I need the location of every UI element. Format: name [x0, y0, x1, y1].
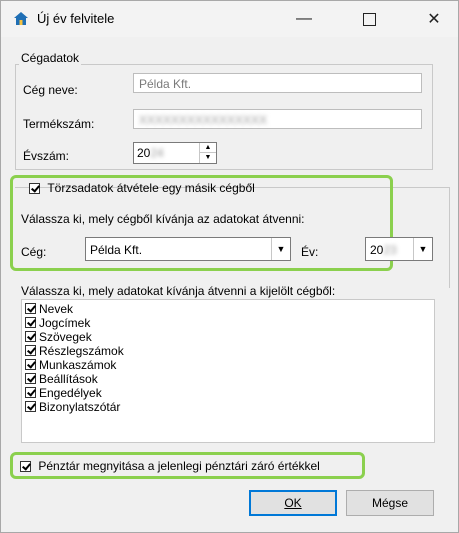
- close-button[interactable]: ✕: [411, 1, 457, 37]
- year-spinner-arrows[interactable]: ▲ ▼: [199, 143, 216, 163]
- spin-up-icon[interactable]: ▲: [200, 143, 216, 153]
- checkbox-checked-icon[interactable]: [25, 345, 36, 356]
- list-item[interactable]: Munkaszámok: [22, 358, 434, 372]
- list-item[interactable]: Szövegek: [22, 330, 434, 344]
- checkbox-checked-icon[interactable]: [25, 331, 36, 342]
- cash-register-checkbox[interactable]: Pénztár megnyitása a jelenlegi pénztári …: [20, 459, 320, 473]
- source-year-combo[interactable]: 2023 ▼: [365, 237, 433, 261]
- checkbox-checked-icon[interactable]: [25, 317, 36, 328]
- checkbox-checked-icon[interactable]: [25, 303, 36, 314]
- source-company-label: Cég:: [21, 245, 47, 259]
- chevron-down-icon[interactable]: ▼: [271, 238, 290, 260]
- data-list-instruction: Válassza ki, mely adatokat kívánja átven…: [21, 284, 336, 298]
- checkbox-checked-icon[interactable]: [25, 401, 36, 412]
- list-item[interactable]: Nevek: [22, 302, 434, 316]
- ok-button-label: OK: [284, 496, 302, 510]
- master-data-instruction: Válassza ki, mely cégből kívánja az adat…: [21, 212, 305, 226]
- home-icon: [14, 12, 28, 25]
- minimize-button[interactable]: —: [281, 1, 327, 37]
- maximize-icon: [362, 12, 376, 26]
- chevron-down-icon[interactable]: ▼: [413, 238, 432, 260]
- source-company-combo[interactable]: Példa Kft. ▼: [85, 237, 291, 261]
- list-item[interactable]: Beállítások: [22, 372, 434, 386]
- ok-button[interactable]: OK: [249, 490, 337, 516]
- company-name-label: Cég neve:: [23, 83, 78, 97]
- cash-register-checkbox-box[interactable]: [20, 461, 31, 473]
- source-year-value: 2023: [370, 243, 397, 257]
- list-item[interactable]: Jogcímek: [22, 316, 434, 330]
- spin-down-icon[interactable]: ▼: [200, 153, 216, 162]
- source-company-value: Példa Kft.: [90, 243, 143, 257]
- list-item[interactable]: Engedélyek: [22, 386, 434, 400]
- company-data-legend: Cégadatok: [19, 51, 82, 65]
- year-spinner[interactable]: 2024 ▲ ▼: [133, 142, 217, 164]
- company-name-field[interactable]: Példa Kft.: [133, 73, 422, 93]
- product-number-value: XXXXXXXXXXXXXXXX: [139, 113, 268, 127]
- year-spinner-value: 2024: [137, 146, 164, 160]
- title-bar[interactable]: Új év felvitele — ✕: [1, 1, 458, 37]
- checkbox-checked-icon[interactable]: [25, 387, 36, 398]
- product-number-label: Termékszám:: [23, 117, 95, 131]
- checkbox-checked-icon[interactable]: [25, 373, 36, 384]
- list-item[interactable]: Bizonylatszótár: [22, 400, 434, 414]
- product-number-field[interactable]: XXXXXXXXXXXXXXXX: [133, 109, 422, 129]
- cancel-button-label: Mégse: [371, 496, 409, 510]
- checkbox-checked-icon[interactable]: [25, 359, 36, 370]
- cash-register-checkbox-label: Pénztár megnyitása a jelenlegi pénztári …: [38, 459, 320, 473]
- data-checklist[interactable]: Nevek Jogcímek Szövegek Részlegszámok Mu…: [21, 299, 435, 443]
- window-title: Új év felvitele: [37, 11, 115, 26]
- master-data-checkbox-label: Törzsadatok átvétele egy másik cégből: [47, 181, 255, 195]
- cancel-button[interactable]: Mégse: [346, 490, 434, 516]
- close-icon: ✕: [427, 11, 441, 28]
- list-item[interactable]: Részlegszámok: [22, 344, 434, 358]
- maximize-button[interactable]: [346, 1, 392, 37]
- year-label: Évszám:: [23, 149, 70, 163]
- minimize-icon: —: [296, 10, 312, 27]
- master-data-checkbox-box[interactable]: [29, 183, 40, 195]
- source-year-label: Év:: [301, 245, 319, 259]
- master-data-checkbox[interactable]: Törzsadatok átvétele egy másik cégből: [29, 181, 255, 195]
- dialog-window: Új év felvitele — ✕ Cégadatok Cég neve: …: [0, 0, 459, 533]
